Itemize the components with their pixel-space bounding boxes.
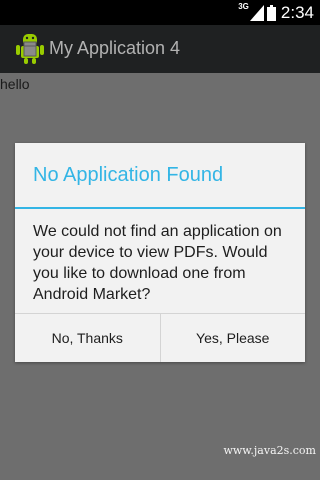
no-application-dialog: No Application Found We could not find a… [15, 143, 305, 362]
dialog-title-divider [15, 207, 305, 209]
signal-icon [249, 4, 264, 21]
dialog-message: We could not find an application on your… [33, 223, 282, 303]
app-title: My Application 4 [49, 38, 181, 58]
battery-icon [266, 4, 276, 21]
status-bar: 3G 2:34 [0, 0, 320, 25]
network-type-label: 3G [238, 2, 249, 11]
no-thanks-button[interactable]: No, Thanks [15, 314, 160, 362]
action-bar: My Application 4 [0, 25, 320, 73]
yes-please-button[interactable]: Yes, Please [159, 314, 305, 362]
dialog-title: No Application Found [33, 164, 224, 186]
status-indicators: 3G 2:34 [238, 2, 314, 23]
watermark: www.java2s.com [223, 444, 316, 457]
android-app-icon[interactable] [14, 33, 46, 65]
dialog-button-bar: No, Thanks Yes, Please [15, 313, 305, 362]
hello-text: hello [0, 76, 30, 92]
status-clock: 2:34 [280, 2, 314, 22]
